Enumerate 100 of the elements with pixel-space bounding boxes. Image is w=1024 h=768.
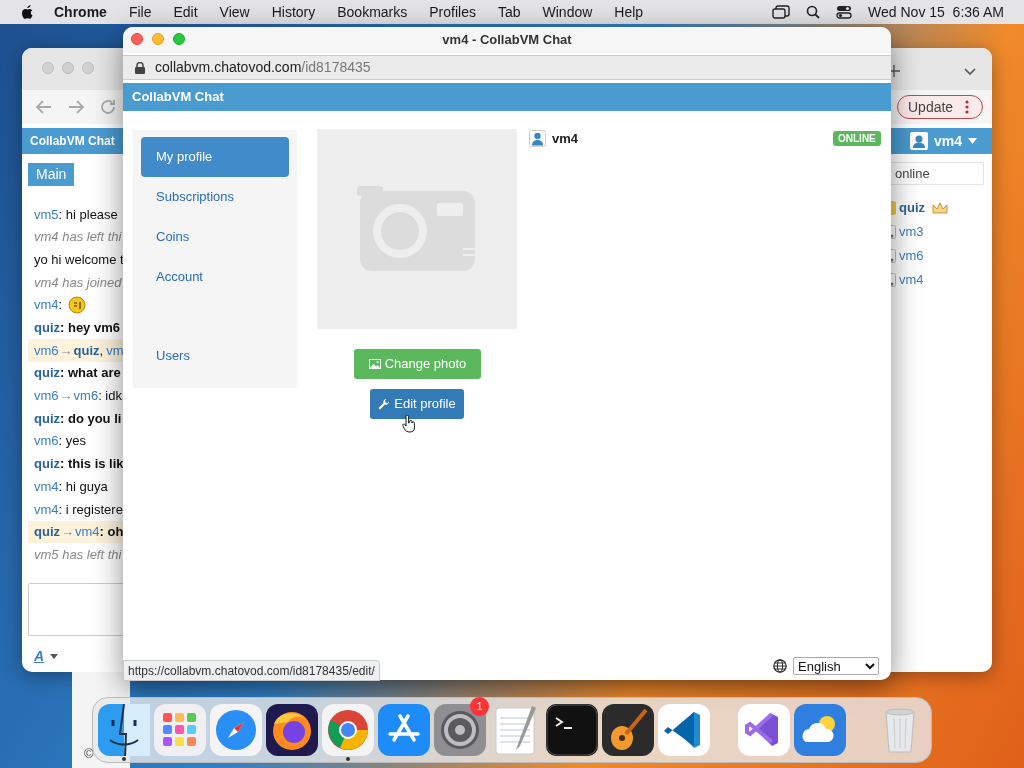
crown-icon <box>932 202 948 214</box>
username-link[interactable]: vm <box>106 340 124 361</box>
hand-cursor-icon <box>402 415 416 433</box>
copyright-text: © <box>84 745 94 763</box>
username-link[interactable]: quiz <box>34 454 60 474</box>
user-avatar-icon <box>529 130 546 148</box>
menu-item[interactable]: Help <box>614 1 644 23</box>
more-icon <box>965 100 970 114</box>
notification-badge: 1 <box>470 697 489 716</box>
arrow-glyph: → <box>59 341 73 360</box>
finder-app-icon[interactable] <box>98 704 150 756</box>
control-center-icon[interactable] <box>836 5 853 19</box>
menu-item[interactable]: File <box>128 1 152 23</box>
comma-separator: , <box>99 341 104 360</box>
username-link[interactable]: vm4 <box>34 295 59 315</box>
new-tab-icon[interactable] <box>888 65 900 77</box>
appstore-app-icon[interactable] <box>378 704 430 756</box>
menu-item[interactable]: Bookmarks <box>337 1 408 23</box>
smiley-icon <box>68 296 87 315</box>
username-link[interactable]: quiz <box>34 318 60 338</box>
user-menu[interactable]: vm4 <box>910 131 978 151</box>
profile-username: vm4 <box>552 130 579 148</box>
user-list-item[interactable]: vm4 <box>899 270 924 290</box>
menu-item[interactable]: Window <box>542 1 593 23</box>
username-link[interactable]: vm6 <box>34 386 59 406</box>
menu-item[interactable]: Tab <box>497 1 521 23</box>
menu-item[interactable]: View <box>219 1 250 23</box>
globe-icon <box>773 659 787 673</box>
nav-item[interactable]: Coins <box>141 217 289 257</box>
app-menu[interactable]: Chrome <box>54 1 107 23</box>
nav-item[interactable]: My profile <box>141 137 289 177</box>
username-link[interactable]: quiz <box>73 340 100 361</box>
address-bar[interactable]: collabvm.chatovod.com/id8178435 <box>123 55 891 80</box>
running-indicator <box>122 757 126 761</box>
chevron-down-icon[interactable] <box>964 68 976 76</box>
username-link[interactable]: quiz <box>34 408 60 429</box>
username-link[interactable]: vm6 <box>34 340 59 361</box>
message-text: : this is lik <box>60 455 124 474</box>
chat-title: CollabVM Chat <box>132 88 224 107</box>
back-icon[interactable] <box>36 100 52 114</box>
user-list-item[interactable]: vm6 <box>899 246 924 266</box>
edit-profile-button[interactable]: Edit profile <box>370 389 464 419</box>
menu-bar-clock: Wed Nov 15 6:36 AM <box>868 2 1004 22</box>
language-select[interactable]: English <box>793 657 879 675</box>
message-text: : oh <box>99 523 124 542</box>
image-icon <box>368 359 381 369</box>
url-text: collabvm.chatovod.com/id8178435 <box>155 58 371 77</box>
user-list-item[interactable]: quiz <box>899 198 925 218</box>
status-badge: ONLINE <box>833 131 881 146</box>
running-indicator <box>346 757 350 761</box>
status-url-tooltip: https://collabvm.chatovod.com/id8178435/edit/ <box>123 660 380 681</box>
system-message: vm5 has left thi <box>34 545 122 564</box>
menu-item[interactable]: History <box>271 1 316 23</box>
firefox-app-icon[interactable] <box>266 704 318 756</box>
username-link[interactable]: quiz <box>34 522 60 542</box>
chat-tab[interactable]: Main <box>28 163 75 186</box>
chat-message: yo hi welcome t <box>34 250 124 269</box>
message-text: : hi please <box>58 205 118 224</box>
settings-app-icon[interactable] <box>434 704 486 756</box>
username-link[interactable]: quiz <box>34 363 60 383</box>
vscode-app-icon[interactable] <box>658 704 710 756</box>
window-title: vm4 - CollabVM Chat <box>442 31 572 50</box>
username-link[interactable]: vm4 <box>34 499 59 520</box>
weather-app-icon[interactable] <box>794 704 846 756</box>
visualstudio-app-icon[interactable] <box>738 704 790 756</box>
caret-down-icon <box>50 654 59 659</box>
terminal-app-icon[interactable] <box>546 704 598 756</box>
garageband-app-icon[interactable] <box>602 704 654 756</box>
username-link[interactable]: vm4 <box>34 476 59 497</box>
update-button[interactable]: Update <box>897 95 983 119</box>
lock-icon <box>135 61 145 74</box>
message-text: : hey vm6 <box>60 319 120 338</box>
search-icon[interactable] <box>806 5 821 19</box>
nav-item[interactable]: Users <box>141 336 289 376</box>
message-text: : yes <box>58 432 87 451</box>
nav-item[interactable]: Subscriptions <box>141 177 289 217</box>
font-style-button[interactable]: A <box>34 646 59 667</box>
nav-item[interactable]: Account <box>141 257 289 297</box>
reload-icon[interactable] <box>100 99 116 115</box>
username-link[interactable]: vm5 <box>34 204 59 225</box>
message-text: : what are <box>60 364 121 383</box>
wrench-icon <box>378 398 391 410</box>
caret-down-icon <box>968 138 978 144</box>
colon-separator: : <box>58 296 63 315</box>
user-filter-field[interactable]: online <box>890 162 984 185</box>
system-message: vm4 has left thi <box>34 228 122 247</box>
forward-icon[interactable] <box>68 100 84 114</box>
user-avatar-icon <box>910 132 928 150</box>
chrome-app-icon[interactable] <box>322 704 374 756</box>
system-message: vm4 has joined <box>34 273 122 292</box>
menu-item[interactable]: Profiles <box>429 1 476 23</box>
user-list-item[interactable]: vm3 <box>899 222 924 242</box>
chat-title: CollabVM Chat <box>30 133 115 150</box>
screen-mirroring-icon[interactable] <box>772 5 791 19</box>
username-link[interactable]: vm6 <box>34 431 59 451</box>
message-text: : do you li <box>60 409 122 428</box>
apple-icon <box>20 4 34 20</box>
message-text: : i registere <box>58 500 123 519</box>
username-link[interactable]: vm4 <box>75 522 100 542</box>
menu-item[interactable]: Edit <box>173 1 198 23</box>
